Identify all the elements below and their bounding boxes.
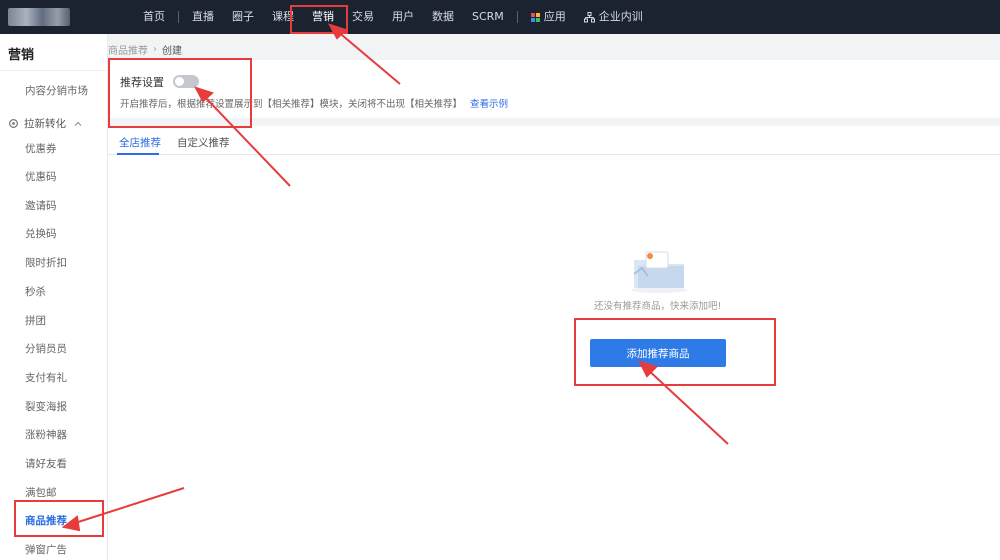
recommend-content-panel: 全店推荐 自定义推荐 还没有推荐商品，快来添加吧! 添加推荐商品 (108, 126, 1000, 560)
empty-state-text: 还没有推荐商品，快来添加吧! (594, 301, 722, 312)
nav-item-circle[interactable]: 圈子 (223, 0, 263, 34)
gear-icon (9, 119, 18, 128)
sidebar-item-coupon-code[interactable]: 优惠码 (25, 169, 57, 184)
sidebar-group-conversion[interactable]: 拉新转化 (8, 116, 82, 131)
sidebar-item-redeem-code[interactable]: 兑换码 (25, 226, 57, 241)
breadcrumb: 商品推荐 › 创建 (108, 42, 182, 57)
sidebar-item-invite-friend[interactable]: 请好友看 (25, 456, 67, 471)
recommend-tabs: 全店推荐 自定义推荐 (108, 126, 1000, 155)
active-tab-indicator (117, 153, 159, 155)
sidebar: 营销 内容分销市场 拉新转化 优惠券 优惠码 邀请码 兑换码 限时折扣 秒杀 拼… (0, 34, 108, 560)
nav-apps-label: 应用 (543, 10, 566, 23)
nav-item-user[interactable]: 用户 (383, 0, 423, 34)
sidebar-item-fan-booster[interactable]: 涨粉神器 (25, 427, 67, 442)
view-example-link[interactable]: 查看示例 (470, 99, 508, 110)
sidebar-item-seckill[interactable]: 秒杀 (25, 284, 46, 299)
org-chart-icon (583, 11, 595, 22)
nav-item-training[interactable]: 企业内训 (575, 0, 652, 34)
empty-folder-illustration (631, 251, 687, 293)
sidebar-item-distributor[interactable]: 分销员员 (25, 341, 67, 356)
nav-item-data[interactable]: 数据 (423, 0, 463, 34)
nav-training-label: 企业内训 (598, 10, 643, 23)
sidebar-item-flash-discount[interactable]: 限时折扣 (25, 255, 67, 270)
logo[interactable] (8, 8, 70, 26)
sidebar-item-content-market[interactable]: 内容分销市场 (25, 83, 88, 98)
sidebar-item-popup-ad[interactable]: 弹窗广告 (25, 542, 67, 557)
nav-divider (516, 11, 518, 23)
sidebar-item-fission-poster[interactable]: 裂变海报 (25, 399, 67, 414)
tab-custom-recommend[interactable]: 自定义推荐 (177, 135, 230, 150)
annotation-box-sidebar-item (14, 500, 104, 537)
nav-item-trade[interactable]: 交易 (343, 0, 383, 34)
nav-divider (178, 11, 179, 23)
nav-menu: 首页 直播 圈子 课程 营销 交易 用户 数据 SCRM 应用 企业内训 (134, 0, 652, 34)
app-grid-icon (530, 12, 540, 22)
nav-item-live[interactable]: 直播 (183, 0, 223, 34)
annotation-box-settings (108, 58, 252, 128)
sidebar-title: 营销 (8, 48, 35, 63)
chevron-up-icon (74, 121, 82, 126)
nav-item-scrm[interactable]: SCRM (463, 0, 513, 34)
annotation-box-add-button (574, 318, 776, 386)
annotation-box-marketing (290, 5, 348, 34)
breadcrumb-separator: › (153, 44, 157, 55)
sidebar-item-invite-code[interactable]: 邀请码 (25, 198, 57, 213)
breadcrumb-current: 创建 (162, 46, 182, 57)
nav-item-apps[interactable]: 应用 (522, 0, 575, 34)
top-nav: 首页 直播 圈子 课程 营销 交易 用户 数据 SCRM 应用 企业内训 (0, 0, 1000, 34)
breadcrumb-parent[interactable]: 商品推荐 (108, 42, 148, 57)
sidebar-group-label: 拉新转化 (24, 118, 66, 130)
tab-store-recommend[interactable]: 全店推荐 (119, 135, 161, 150)
sidebar-item-pay-gift[interactable]: 支付有礼 (25, 370, 67, 385)
sidebar-divider (0, 70, 108, 71)
sidebar-item-group-buy[interactable]: 拼团 (25, 313, 46, 328)
sidebar-item-coupon[interactable]: 优惠券 (25, 141, 57, 156)
nav-item-home[interactable]: 首页 (134, 0, 174, 34)
sidebar-item-free-shipping[interactable]: 满包邮 (25, 485, 57, 500)
